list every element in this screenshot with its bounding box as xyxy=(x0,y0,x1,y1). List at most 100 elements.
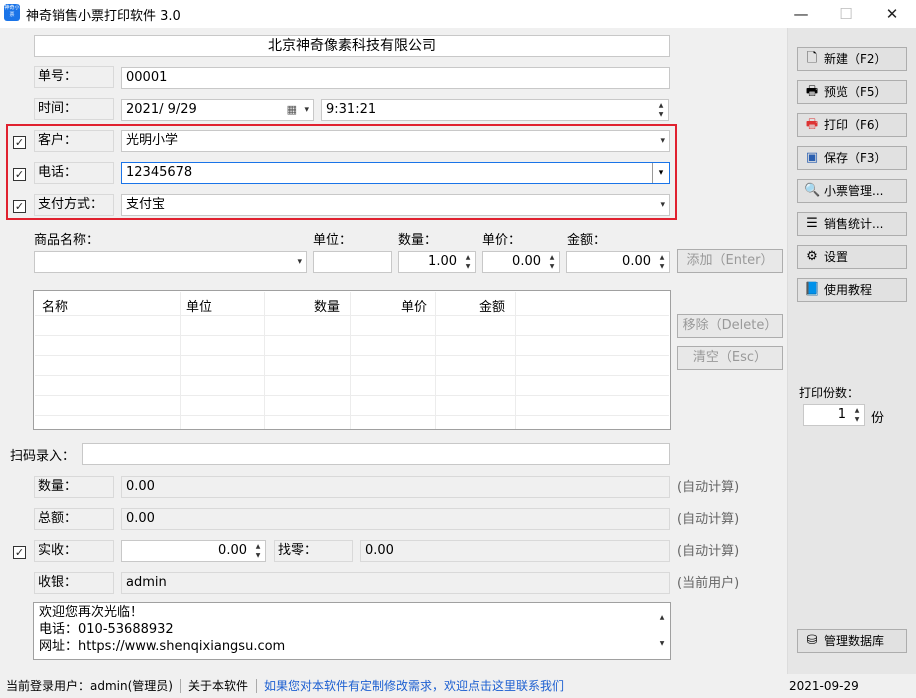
preview-button[interactable]: 🖶 预览（F5） xyxy=(797,80,907,104)
item-unit-label: 单位： xyxy=(313,233,353,248)
payment-value: 支付宝 xyxy=(126,197,166,212)
items-table[interactable]: 名称 单位 数量 单价 金额 xyxy=(33,290,671,430)
col-header-amount[interactable]: 金额 xyxy=(479,296,505,315)
save-button[interactable]: ▣ 保存（F3） xyxy=(797,146,907,170)
footer-textarea[interactable]: 欢迎您再次光临！ 电话：010-53688932 网址：https://www.… xyxy=(33,602,671,660)
paid-input[interactable]: 0.00 ▲ ▼ xyxy=(121,540,266,562)
change-label: 找零： xyxy=(274,540,353,562)
date-picker[interactable]: 2021/ 9/29 ▦ ▾ xyxy=(121,99,314,121)
copies-unit: 份 xyxy=(871,411,885,426)
footer-line-3: 网址：https://www.shenqixiangsu.com xyxy=(39,639,286,654)
manage-db-button[interactable]: ⛁ 管理数据库 xyxy=(797,629,907,653)
item-price-input[interactable]: 0.00 ▲ ▼ xyxy=(482,251,560,273)
cashier-label: 收银： xyxy=(34,572,114,594)
change-note: (自动计算) xyxy=(677,544,740,559)
paid-spinner-icon[interactable]: ▲ ▼ xyxy=(252,542,264,560)
chevron-down-icon[interactable]: ▾ xyxy=(660,131,665,151)
chevron-down-icon[interactable]: ▾ xyxy=(297,252,302,272)
col-header-qty[interactable]: 数量 xyxy=(314,296,340,315)
settings-label: 设置 xyxy=(824,250,849,264)
scan-input[interactable] xyxy=(82,443,670,465)
copies-input[interactable]: 1 ▲ ▼ xyxy=(803,404,865,426)
price-spinner-icon[interactable]: ▲ ▼ xyxy=(546,253,558,271)
col-header-name[interactable]: 名称 xyxy=(42,296,68,315)
payment-select[interactable]: 支付宝 ▾ xyxy=(121,194,670,216)
sum-qty-field: 0.00 xyxy=(121,476,670,498)
item-name-select[interactable]: ▾ xyxy=(34,251,307,273)
footer-line-2: 电话：010-53688932 xyxy=(39,622,174,637)
customer-checkbox[interactable]: ✓ xyxy=(13,136,26,149)
phone-label: 电话： xyxy=(34,162,114,184)
col-header-price[interactable]: 单价 xyxy=(401,296,427,315)
custom-contact-link[interactable]: 如果您对本软件有定制修改需求，欢迎点击这里联系我们 xyxy=(264,674,564,698)
customer-label: 客户： xyxy=(34,130,114,152)
remove-button[interactable]: 移除（Delete） xyxy=(677,314,783,338)
phone-value: 12345678 xyxy=(126,165,193,180)
phone-select[interactable]: 12345678 ▾ xyxy=(121,162,670,184)
item-amount-label: 金额： xyxy=(567,233,607,248)
sum-total-note: (自动计算) xyxy=(677,512,740,527)
save-button-label: 保存（F3） xyxy=(824,151,887,165)
clear-button[interactable]: 清空（Esc） xyxy=(677,346,783,370)
chevron-down-icon[interactable]: ▾ xyxy=(652,163,669,183)
sum-qty-note: (自动计算) xyxy=(677,480,740,495)
preview-printer-icon: 🖶 xyxy=(805,84,819,99)
new-button-label: 新建（F2） xyxy=(824,52,887,66)
phone-checkbox[interactable]: ✓ xyxy=(13,168,26,181)
print-button[interactable]: 🖶 打印（F6） xyxy=(797,113,907,137)
calendar-icon[interactable]: ▦ xyxy=(287,100,297,120)
item-qty-input[interactable]: 1.00 ▲ ▼ xyxy=(398,251,476,273)
preview-button-label: 预览（F5） xyxy=(824,85,887,99)
chevron-down-icon[interactable]: ▾ xyxy=(304,100,309,120)
customer-value: 光明小学 xyxy=(126,133,179,148)
payment-checkbox[interactable]: ✓ xyxy=(13,200,26,213)
save-icon: ▣ xyxy=(805,150,819,165)
item-qty-label: 数量： xyxy=(398,233,438,248)
time-input[interactable]: 9:31:21 ▲ ▼ xyxy=(321,99,669,121)
manage-db-label: 管理数据库 xyxy=(824,634,885,648)
item-price-label: 单价： xyxy=(482,233,522,248)
footer-line-1: 欢迎您再次光临！ xyxy=(39,605,144,620)
chevron-down-icon[interactable]: ▾ xyxy=(660,195,665,215)
about-link[interactable]: 关于本软件 xyxy=(188,674,248,698)
amount-spinner-icon[interactable]: ▲ ▼ xyxy=(656,253,668,271)
order-no-input[interactable]: 00001 xyxy=(121,67,670,89)
sum-total-label: 总额： xyxy=(34,508,114,530)
search-icon: 🔍 xyxy=(804,183,821,198)
change-field: 0.00 xyxy=(360,540,670,562)
company-name-field[interactable]: 北京神奇像素科技有限公司 xyxy=(34,35,670,57)
paid-checkbox[interactable]: ✓ xyxy=(13,546,26,559)
cashier-field: admin xyxy=(121,572,670,594)
tutorial-label: 使用教程 xyxy=(824,283,873,297)
payment-label: 支付方式： xyxy=(34,194,114,216)
scrollbar-icon[interactable]: ▲ ▼ xyxy=(656,605,668,657)
copies-spinner-icon[interactable]: ▲ ▼ xyxy=(851,406,863,424)
minimize-button[interactable]: — xyxy=(778,0,824,28)
maximize-button[interactable]: ☐ xyxy=(823,0,869,28)
item-amount-input[interactable]: 0.00 ▲ ▼ xyxy=(566,251,670,273)
item-unit-input[interactable] xyxy=(313,251,392,273)
copies-value: 1 xyxy=(837,407,846,422)
ticket-manage-button[interactable]: 🔍 小票管理... xyxy=(797,179,907,203)
tutorial-button[interactable]: 📘 使用教程 xyxy=(797,278,907,302)
add-button[interactable]: 添加（Enter） xyxy=(677,249,783,273)
window-title: 神奇销售小票打印软件 3.0 xyxy=(26,9,181,24)
print-button-label: 打印（F6） xyxy=(824,118,887,132)
gear-icon: ⚙ xyxy=(806,249,818,264)
paid-value: 0.00 xyxy=(218,543,247,558)
customer-select[interactable]: 光明小学 ▾ xyxy=(121,130,670,152)
qty-spinner-icon[interactable]: ▲ ▼ xyxy=(462,253,474,271)
item-qty-value: 1.00 xyxy=(428,254,457,269)
copies-label: 打印份数： xyxy=(799,386,860,400)
cashier-note: (当前用户) xyxy=(677,576,740,591)
time-spinner-icon[interactable]: ▲ ▼ xyxy=(655,101,667,119)
sales-stats-button[interactable]: ☰ 销售统计... xyxy=(797,212,907,236)
item-name-label: 商品名称： xyxy=(34,233,100,248)
settings-button[interactable]: ⚙ 设置 xyxy=(797,245,907,269)
printer-icon: 🖶 xyxy=(805,117,819,132)
col-header-unit[interactable]: 单位 xyxy=(186,296,212,315)
new-button[interactable]: 🗋 新建（F2） xyxy=(797,47,907,71)
close-button[interactable]: ✕ xyxy=(869,0,915,28)
scan-label: 扫码录入： xyxy=(10,449,76,464)
time-value: 9:31:21 xyxy=(326,102,377,117)
